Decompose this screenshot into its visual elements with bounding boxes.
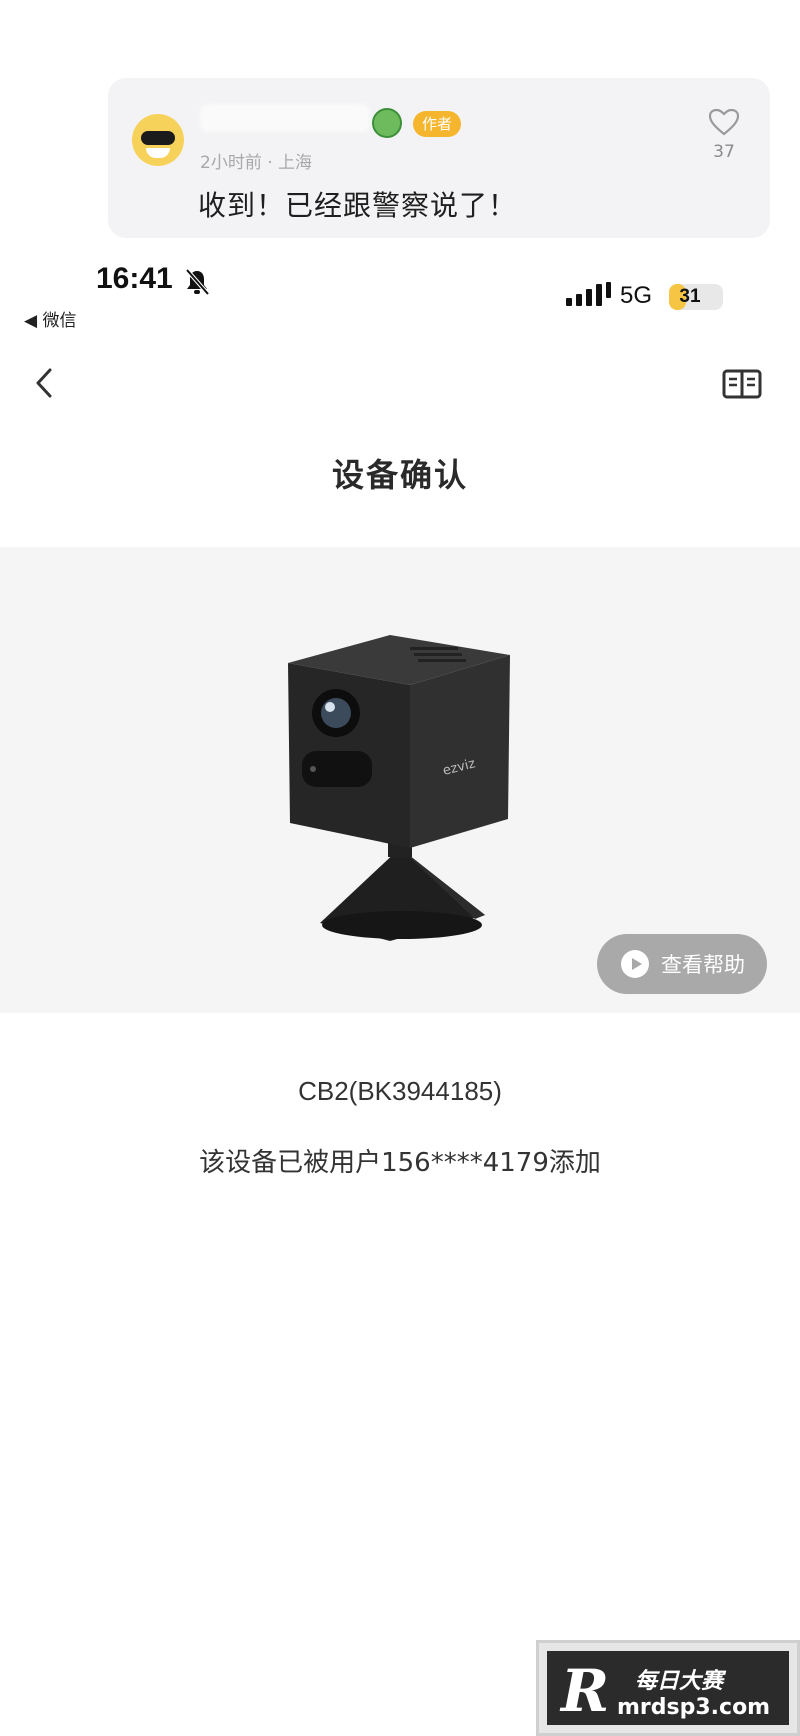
watermark-panel: R 每日大赛 mrdsp3.com bbox=[547, 1651, 789, 1725]
level-badge-icon bbox=[372, 108, 402, 138]
comment-meta: 2小时前 · 上海 bbox=[200, 153, 313, 173]
device-owner-note: 该设备已被用户156****4179添加 bbox=[199, 1148, 601, 1178]
heart-icon bbox=[708, 108, 740, 136]
play-icon bbox=[621, 950, 649, 978]
view-help-button[interactable]: 查看帮助 bbox=[597, 934, 767, 994]
battery-indicator: 31 bbox=[669, 284, 723, 310]
status-time: 16:41 bbox=[96, 262, 173, 295]
avatar[interactable] bbox=[132, 114, 184, 166]
product-image-area: ezviz 查看帮助 bbox=[0, 547, 800, 1013]
like-button[interactable]: 37 bbox=[704, 108, 744, 162]
like-count: 37 bbox=[713, 142, 735, 162]
view-help-label: 查看帮助 bbox=[661, 953, 745, 977]
network-type: 5G bbox=[620, 282, 653, 309]
camera-product-image: ezviz bbox=[288, 635, 510, 941]
page-title: 设备确认 bbox=[331, 456, 468, 494]
site-watermark: R 每日大赛 mrdsp3.com bbox=[536, 1640, 800, 1736]
signal-icon bbox=[566, 282, 611, 306]
r-logo-icon: R bbox=[561, 1657, 610, 1725]
sunglasses-icon bbox=[141, 131, 175, 145]
book-guide-icon[interactable] bbox=[722, 368, 762, 400]
device-id: CB2(BK3944185) bbox=[298, 1076, 502, 1106]
bell-muted-icon bbox=[185, 268, 210, 296]
comment-card: 作者 2小时前 · 上海 收到！已经跟警察说了！ 37 bbox=[108, 78, 770, 238]
back-arrow-icon[interactable] bbox=[34, 366, 56, 400]
battery-level: 31 bbox=[679, 286, 701, 307]
watermark-url: mrdsp3.com bbox=[617, 1695, 771, 1720]
comment-text: 收到！已经跟警察说了！ bbox=[198, 189, 518, 222]
watermark-title: 每日大赛 bbox=[635, 1669, 724, 1694]
avatar-chin bbox=[146, 148, 170, 158]
back-to-wechat[interactable]: ◀ 微信 bbox=[24, 306, 76, 331]
username-redacted bbox=[200, 104, 370, 132]
author-badge: 作者 bbox=[413, 111, 462, 137]
